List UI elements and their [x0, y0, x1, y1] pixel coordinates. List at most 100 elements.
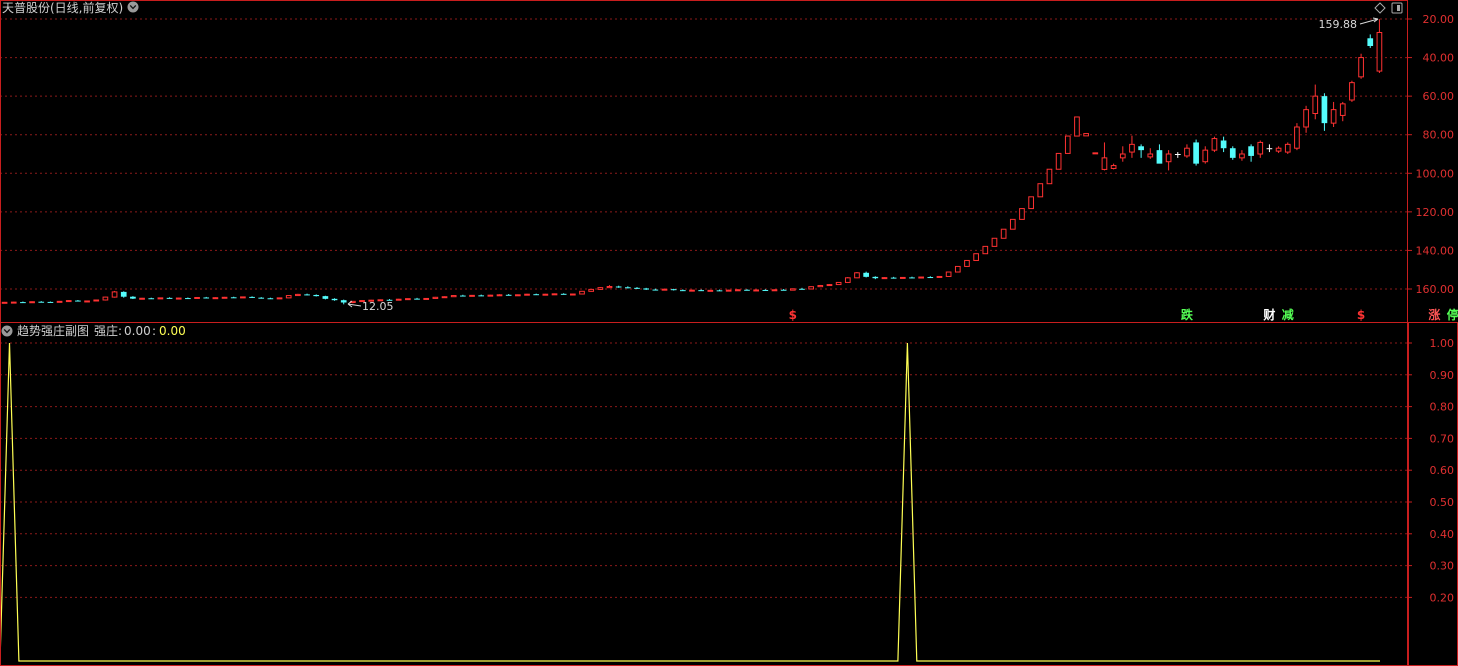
candle: [1156, 144, 1163, 164]
candle-body: [927, 277, 934, 279]
event-marker: 财: [1262, 307, 1275, 322]
candle: [423, 297, 430, 300]
main-panel-dropdown[interactable]: [127, 1, 139, 13]
main-panel-title: 天普股份(日线,前复权): [2, 0, 123, 15]
candle-body: [1349, 82, 1355, 101]
event-marker: $: [1357, 308, 1365, 322]
candle-body: [414, 298, 420, 300]
candle-body: [194, 296, 200, 299]
candle-body: [899, 276, 906, 279]
candle-body: [1312, 95, 1319, 115]
candle-body: [276, 297, 283, 300]
candle: [854, 272, 860, 279]
candle-body: [1055, 152, 1062, 170]
candle: [1193, 139, 1199, 166]
candle: [29, 301, 35, 304]
diamond-icon[interactable]: [1374, 2, 1386, 14]
candle-body: [102, 296, 109, 301]
candle: [542, 293, 549, 296]
candle: [65, 300, 72, 303]
candle-body: [991, 237, 998, 247]
candle-body: [304, 294, 310, 296]
candle-body: [221, 296, 228, 299]
candle-body: [1101, 157, 1108, 170]
candle-body: [1119, 153, 1126, 159]
candle: [1165, 150, 1172, 171]
sub-y-tick-label: 1.00: [1430, 337, 1455, 350]
candle-body: [771, 289, 778, 292]
candle-body: [230, 297, 237, 299]
sub-y-tick-label: 0.70: [1430, 432, 1455, 445]
candle-body: [1074, 116, 1080, 137]
candle-body: [734, 289, 741, 292]
max-price-label: 159.88: [1319, 18, 1358, 31]
min-price-label: 12.05: [362, 300, 394, 313]
candle: [166, 297, 173, 299]
candle: [1248, 144, 1254, 162]
candle: [817, 284, 824, 288]
candle-body: [964, 259, 970, 267]
candle: [460, 294, 466, 297]
candle-body: [1321, 96, 1328, 124]
candle-body: [826, 284, 833, 287]
candle: [148, 297, 155, 300]
candle-body: [982, 245, 989, 255]
candle: [1184, 144, 1190, 158]
candle-body: [1275, 147, 1282, 152]
candle-body: [38, 301, 45, 303]
candle-body: [203, 297, 210, 299]
candle: [175, 297, 182, 300]
candle-body: [1239, 153, 1245, 159]
candle-body: [139, 297, 145, 300]
candle-body: [652, 289, 659, 291]
candle: [1266, 144, 1273, 153]
chevron-down-icon[interactable]: [127, 1, 139, 13]
candle: [1055, 152, 1062, 170]
candle-body: [716, 290, 723, 292]
candle-body: [405, 298, 411, 301]
candle-body: [1064, 135, 1071, 154]
candle: [661, 288, 668, 291]
candle: [340, 299, 347, 305]
candle: [844, 277, 851, 283]
candle: [698, 289, 705, 292]
candle: [964, 259, 970, 267]
candle-body: [56, 300, 63, 303]
event-marker: 跌: [1181, 307, 1194, 322]
chevron-down-icon[interactable]: [1, 325, 13, 337]
candle-body: [157, 297, 164, 300]
candle-body: [1220, 140, 1227, 149]
candle: [93, 299, 100, 302]
candle: [753, 289, 760, 292]
candle: [597, 287, 604, 290]
candle-body: [29, 301, 35, 304]
sub-y-tick-label: 0.90: [1430, 369, 1455, 382]
candle: [1064, 135, 1071, 154]
candle: [1074, 116, 1080, 137]
candle-body: [1138, 146, 1144, 151]
candle-body: [679, 290, 686, 292]
candle: [130, 296, 136, 300]
candle: [606, 285, 613, 289]
candle: [936, 275, 943, 278]
candle: [624, 286, 631, 289]
candle: [789, 288, 796, 291]
candle-body: [1284, 143, 1291, 153]
candle: [826, 283, 833, 287]
diamond-icon-shape[interactable]: [1374, 2, 1386, 14]
candle-body: [75, 300, 81, 302]
main-panel-candles: [1, 19, 1383, 305]
candle-body: [945, 271, 952, 277]
candle-body: [432, 296, 439, 299]
candle: [560, 293, 567, 295]
panel-toggle-icon[interactable]: [1391, 2, 1403, 14]
candle: [157, 297, 164, 300]
candle-body: [1110, 165, 1117, 169]
candle-body: [331, 298, 338, 301]
candle: [634, 287, 640, 289]
sub-panel-dropdown[interactable]: [1, 325, 13, 337]
candle-body: [844, 277, 851, 283]
candle: [643, 287, 650, 290]
candle-body: [570, 293, 576, 296]
main-y-tick-label: 80.00: [1423, 129, 1455, 142]
